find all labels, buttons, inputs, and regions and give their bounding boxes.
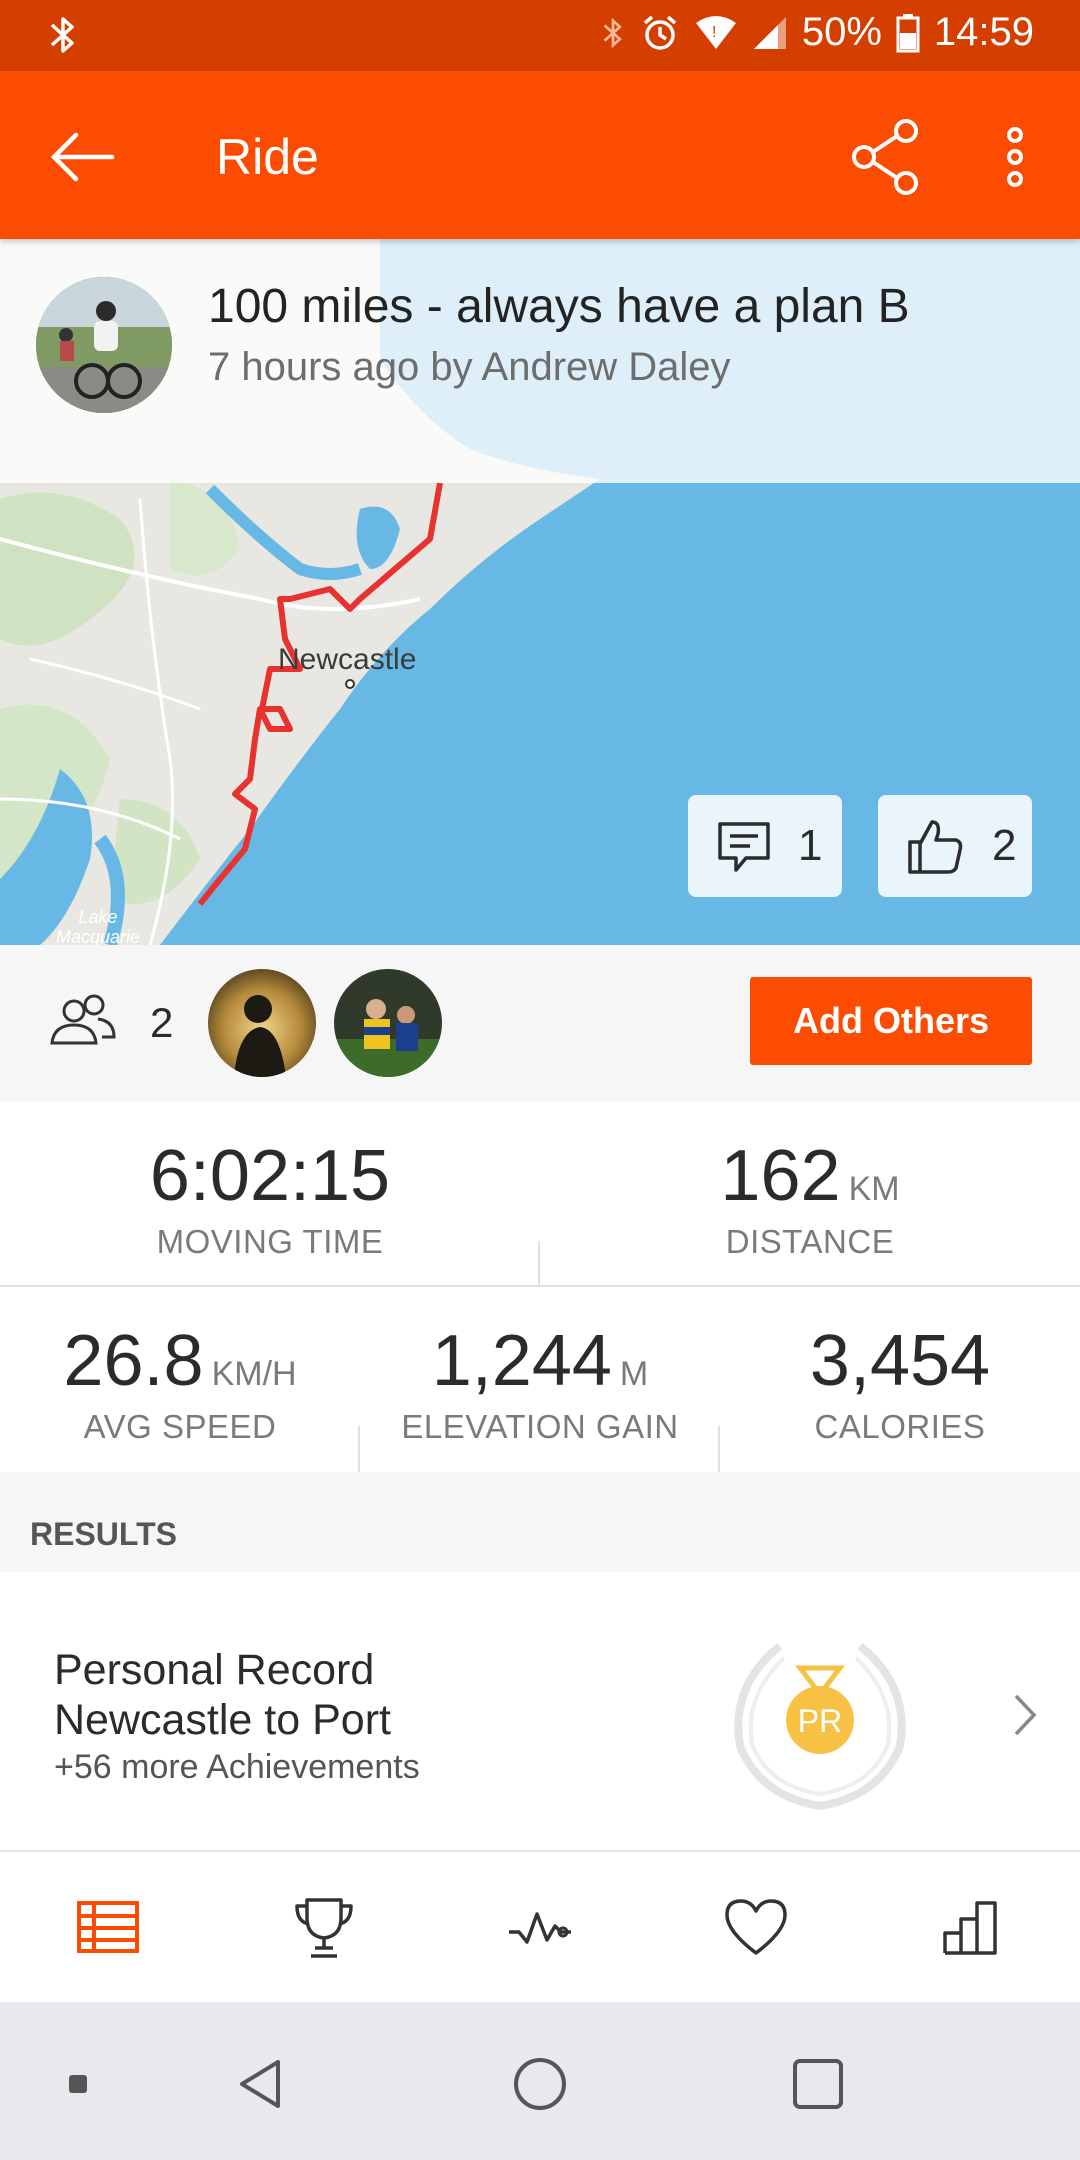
map-lake-label-line2: Macquarie bbox=[56, 927, 141, 945]
activity-subtitle: 7 hours ago by Andrew Daley bbox=[208, 345, 731, 389]
moving-time-label: MOVING TIME bbox=[156, 1223, 384, 1260]
divider bbox=[358, 1426, 360, 1472]
comments-count: 1 bbox=[798, 821, 823, 870]
achievement-title: Personal Record bbox=[54, 1646, 375, 1694]
group-athlete-avatar[interactable] bbox=[208, 969, 316, 1077]
kudos-button[interactable]: 2 bbox=[878, 795, 1032, 897]
svg-text:!: ! bbox=[712, 24, 716, 41]
achievements-row[interactable]: Personal Record Newcastle to Port +56 mo… bbox=[0, 1572, 1080, 1852]
app-bar: Ride bbox=[0, 71, 1080, 239]
group-count: 2 bbox=[150, 999, 174, 1046]
moving-time-value: 6:02:15 bbox=[149, 1136, 391, 1216]
comment-icon bbox=[718, 822, 770, 872]
map-lake-label-line1: Lake bbox=[78, 907, 118, 927]
stat-moving-time: 6:02:15 MOVING TIME bbox=[90, 1135, 450, 1261]
more-options-button[interactable] bbox=[990, 117, 1040, 197]
list-icon bbox=[77, 1901, 139, 1953]
wifi-icon: ! bbox=[694, 15, 738, 51]
group-athlete-avatar[interactable] bbox=[334, 969, 442, 1077]
map-city-label: Newcastle bbox=[278, 643, 417, 676]
avg-speed-value: 26.8 bbox=[63, 1321, 204, 1401]
map-lake-label: Lake Macquarie bbox=[56, 907, 140, 945]
comments-button[interactable]: 1 bbox=[688, 795, 842, 897]
page-title: Ride bbox=[216, 129, 319, 185]
group-activity-row: 2 Add Others bbox=[0, 945, 1080, 1101]
bottom-tab-bar bbox=[0, 1852, 1080, 2002]
avg-speed-label: AVG SPEED bbox=[83, 1408, 277, 1445]
elevation-unit: M bbox=[619, 1355, 649, 1393]
achievement-more: +56 more Achievements bbox=[54, 1748, 420, 1786]
stat-elevation: 1,244 M ELEVATION GAIN bbox=[380, 1320, 700, 1446]
activity-title: 100 miles - always have a plan B bbox=[208, 280, 910, 333]
back-triangle-icon[interactable] bbox=[230, 2052, 294, 2116]
system-navigation-bar bbox=[0, 2002, 1080, 2160]
more-icon bbox=[1007, 127, 1023, 187]
bar-chart-icon bbox=[943, 1901, 997, 1955]
pr-medal-icon: PR bbox=[720, 1616, 920, 1816]
elevation-value: 1,244 bbox=[431, 1321, 612, 1401]
battery-icon bbox=[896, 13, 920, 53]
results-header-label: RESULTS bbox=[30, 1516, 177, 1552]
results-section-header: RESULTS bbox=[0, 1472, 1080, 1572]
tab-achievements[interactable] bbox=[284, 1892, 364, 1962]
alarm-icon bbox=[640, 13, 680, 53]
bluetooth-status-icon bbox=[600, 13, 626, 53]
divider bbox=[718, 1426, 720, 1472]
cell-signal-icon bbox=[752, 15, 788, 51]
tab-kudos[interactable] bbox=[716, 1892, 796, 1962]
stat-calories: 3,454 CALORIES bbox=[740, 1320, 1060, 1446]
divider bbox=[538, 1241, 540, 1287]
clock-time: 14:59 bbox=[933, 10, 1034, 54]
calories-label: CALORIES bbox=[814, 1408, 986, 1445]
avg-speed-unit: KM/H bbox=[211, 1355, 297, 1393]
battery-percent: 50% bbox=[801, 10, 882, 54]
stat-distance: 162 KM DISTANCE bbox=[630, 1135, 990, 1261]
distance-label: DISTANCE bbox=[725, 1223, 895, 1260]
distance-unit: KM bbox=[848, 1170, 900, 1208]
stat-avg-speed: 26.8 KM/H AVG SPEED bbox=[20, 1320, 340, 1446]
trophy-icon bbox=[295, 1898, 353, 1958]
status-bar: ! 50% 14:59 bbox=[0, 0, 1080, 71]
athlete-avatar[interactable] bbox=[36, 277, 172, 413]
activity-graph-icon bbox=[509, 1912, 571, 1944]
people-icon bbox=[48, 993, 118, 1054]
share-button[interactable] bbox=[848, 117, 928, 197]
back-button[interactable] bbox=[46, 121, 118, 193]
kudos-count: 2 bbox=[992, 821, 1017, 870]
distance-value: 162 bbox=[720, 1136, 841, 1216]
home-circle-icon[interactable] bbox=[508, 2052, 572, 2116]
thumbs-up-icon bbox=[908, 820, 963, 874]
nav-dot-icon[interactable] bbox=[46, 2052, 110, 2116]
route-map[interactable]: 100 miles - always have a plan B 7 hours… bbox=[0, 239, 1080, 945]
tab-analysis[interactable] bbox=[500, 1892, 580, 1962]
stats-secondary: 26.8 KM/H AVG SPEED 1,244 M ELEVATION GAIN… bbox=[0, 1288, 1080, 1472]
tab-overview[interactable] bbox=[68, 1892, 148, 1962]
pr-badge-text: PR bbox=[798, 1703, 842, 1739]
recents-square-icon[interactable] bbox=[786, 2052, 850, 2116]
calories-value: 3,454 bbox=[809, 1321, 991, 1401]
elevation-label: ELEVATION GAIN bbox=[401, 1408, 679, 1445]
heart-icon bbox=[725, 1899, 787, 1955]
share-icon bbox=[852, 119, 918, 195]
stats-primary: 6:02:15 MOVING TIME 162 KM DISTANCE bbox=[0, 1101, 1080, 1287]
achievement-segment: Newcastle to Port bbox=[54, 1696, 391, 1744]
chevron-right-icon bbox=[1010, 1690, 1040, 1745]
bluetooth-icon bbox=[46, 15, 80, 55]
add-others-button[interactable]: Add Others bbox=[750, 977, 1032, 1065]
tab-stats[interactable] bbox=[932, 1892, 1012, 1962]
